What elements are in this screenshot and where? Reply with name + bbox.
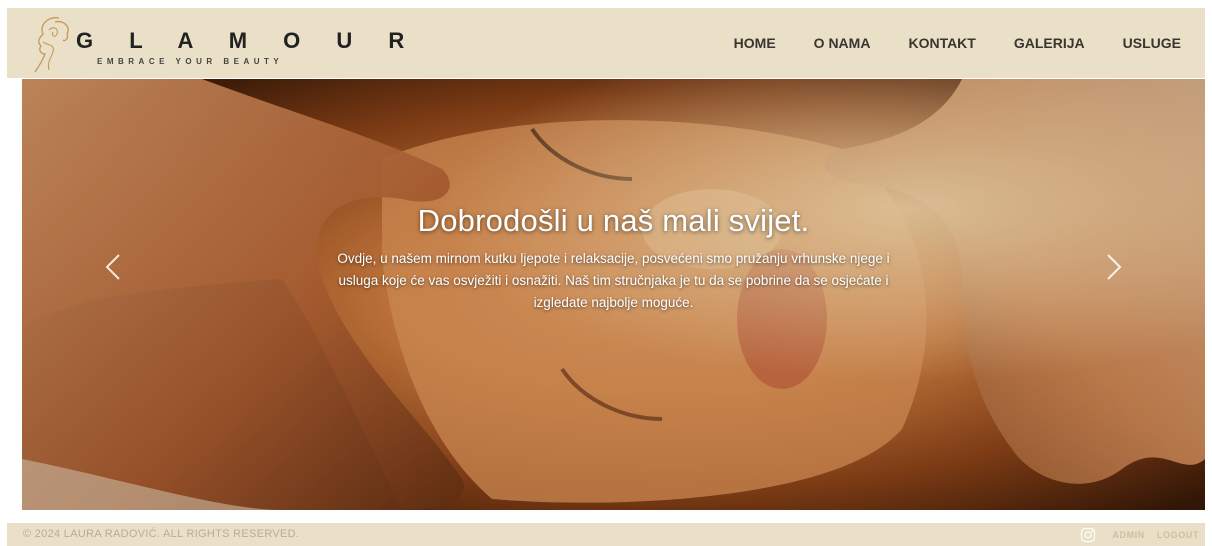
nav-home[interactable]: HOME (734, 35, 776, 51)
footer-actions: ADMIN LOGOUT (1080, 523, 1199, 546)
nav-kontakt[interactable]: KONTAKT (908, 35, 975, 51)
nav-o-nama[interactable]: O NAMA (814, 35, 871, 51)
main-nav: HOME O NAMA KONTAKT GALERIJA USLUGE (734, 8, 1181, 78)
brand-name: G L A M O U R (76, 28, 420, 53)
hero-description: Ovdje, u našem mirnom kutku ljepote i re… (337, 251, 890, 310)
nav-usluge[interactable]: USLUGE (1123, 35, 1181, 51)
admin-link[interactable]: ADMIN (1112, 530, 1145, 540)
brand-tagline: EMBRACE YOUR BEAUTY (97, 57, 284, 66)
copyright-text: © 2024 LAURA RADOVIĆ. ALL RIGHTS RESERVE… (23, 528, 300, 540)
hero-carousel: Dobrodošli u naš mali svijet. Ovdje, u n… (22, 79, 1205, 510)
hero-caption: Dobrodošli u naš mali svijet. Ovdje, u n… (22, 203, 1205, 314)
logout-link[interactable]: LOGOUT (1157, 530, 1199, 540)
face-profile-logo-icon (34, 17, 69, 73)
navbar: G L A M O U R EMBRACE YOUR BEAUTY HOME O… (7, 8, 1205, 78)
nav-galerija[interactable]: GALERIJA (1014, 35, 1085, 51)
footer: © 2024 LAURA RADOVIĆ. ALL RIGHTS RESERVE… (7, 523, 1205, 546)
hero-title: Dobrodošli u naš mali svijet. (417, 203, 810, 238)
brand-logo[interactable]: G L A M O U R EMBRACE YOUR BEAUTY (29, 10, 404, 76)
instagram-icon[interactable] (1080, 527, 1096, 543)
